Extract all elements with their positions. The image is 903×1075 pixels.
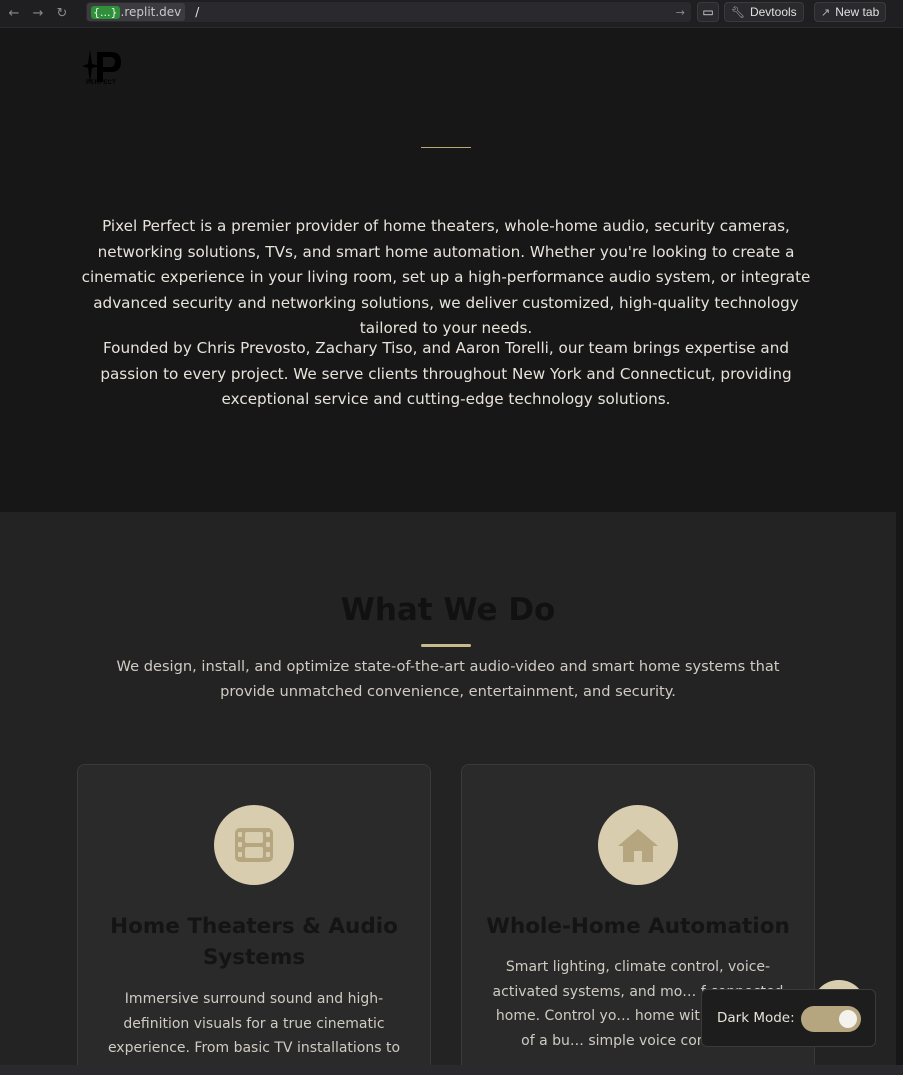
logo-wordmark: PERFECT: [86, 80, 117, 86]
forward-icon[interactable]: →: [28, 4, 48, 24]
card-title: Whole-Home Automation: [486, 914, 790, 939]
browser-toolbar: ← → ↻ {...} .replit.dev / → ▭ 🔧︎ Devtool…: [0, 0, 903, 28]
url-host-chip[interactable]: {...} .replit.dev: [87, 3, 186, 21]
about-section: Pixel Perfect is a premier provider of h…: [0, 148, 896, 512]
section-title-underline: [421, 644, 471, 647]
back-icon[interactable]: ←: [4, 4, 24, 24]
scrollbar[interactable]: [896, 28, 903, 1065]
new-tab-label: New tab: [835, 5, 880, 19]
window-bottom-edge: [0, 1065, 903, 1075]
card-title: Home Theaters & Audio Systems: [110, 914, 398, 970]
external-link-icon: ↗: [821, 6, 831, 19]
site-header: PERFECT: [0, 28, 896, 148]
new-tab-button[interactable]: ↗ New tab: [814, 2, 887, 22]
url-host: .replit.dev: [120, 5, 182, 19]
page-viewport: PERFECT Pixel Perfect is a premier provi…: [0, 28, 896, 1065]
reload-icon[interactable]: ↻: [52, 4, 72, 24]
dark-mode-panel: Dark Mode:: [701, 989, 876, 1047]
service-card-home-theaters[interactable]: Home Theaters & Audio Systems Immersive …: [77, 764, 431, 1065]
section-title: What We Do: [340, 592, 556, 628]
devtools-label: Devtools: [749, 5, 797, 19]
dark-mode-toggle[interactable]: [801, 1006, 861, 1032]
toggle-knob: [839, 1010, 857, 1028]
about-paragraph-2: Founded by Chris Prevosto, Zachary Tiso,…: [100, 339, 792, 408]
section-subtitle: We design, install, and optimize state-o…: [116, 658, 780, 700]
device-icon[interactable]: ▭: [697, 2, 719, 22]
devtools-button[interactable]: 🔧︎ Devtools: [724, 2, 804, 22]
dark-mode-label: Dark Mode:: [717, 1010, 795, 1026]
wrench-icon: 🔧︎: [731, 6, 745, 19]
url-brace: {...}: [91, 5, 120, 19]
film-icon: [214, 805, 294, 885]
address-bar[interactable]: {...} .replit.dev / →: [86, 2, 691, 22]
home-icon: [598, 805, 678, 885]
card-text: Immersive surround sound and high-defini…: [107, 991, 401, 1056]
about-paragraph-1: Pixel Perfect is a premier provider of h…: [81, 217, 811, 337]
go-arrow-icon[interactable]: →: [676, 6, 685, 19]
url-path[interactable]: /: [195, 5, 199, 19]
